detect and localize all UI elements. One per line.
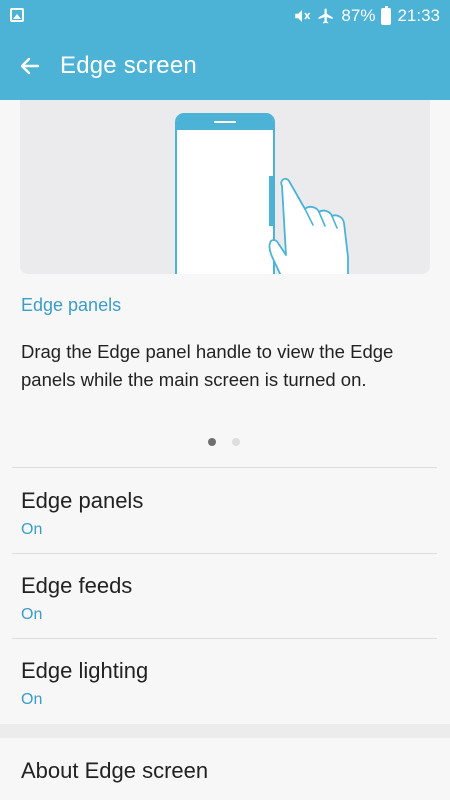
feature-description: Drag the Edge panel handle to view the E… <box>21 341 394 390</box>
back-button[interactable] <box>0 32 60 100</box>
phone-edge-swipe-illustration <box>175 113 349 274</box>
status-indicators: 87% 21:33 <box>293 5 440 27</box>
setting-status: On <box>21 606 43 623</box>
status-bar: 87% 21:33 <box>0 0 450 32</box>
back-arrow-icon <box>20 57 40 75</box>
group-separator <box>0 724 450 738</box>
app-bar: Edge screen <box>0 32 450 100</box>
setting-status: On <box>21 521 43 538</box>
setting-title: Edge lighting <box>21 658 149 683</box>
battery-percent: 87% <box>341 6 376 25</box>
gallery-icon <box>10 8 24 22</box>
setting-status: On <box>21 691 43 708</box>
setting-title: Edge panels <box>21 488 144 513</box>
page-dot-active[interactable] <box>208 438 216 446</box>
page-title: Edge screen <box>60 52 197 79</box>
about-title: About Edge screen <box>21 758 209 783</box>
setting-title: Edge feeds <box>21 573 133 598</box>
setting-edge-panels[interactable]: Edge panels On <box>0 468 450 554</box>
battery-icon <box>381 5 392 25</box>
section-label: Edge panels <box>21 295 122 315</box>
edge-illustration <box>20 100 430 274</box>
mute-icon <box>293 7 311 25</box>
page-dot[interactable] <box>232 438 240 446</box>
page-indicator <box>208 438 240 446</box>
setting-edge-lighting[interactable]: Edge lighting On <box>0 638 450 724</box>
setting-edge-feeds[interactable]: Edge feeds On <box>0 553 450 639</box>
clock: 21:33 <box>397 6 440 25</box>
airplane-icon <box>317 7 335 25</box>
about-edge-screen[interactable]: About Edge screen <box>0 738 450 800</box>
